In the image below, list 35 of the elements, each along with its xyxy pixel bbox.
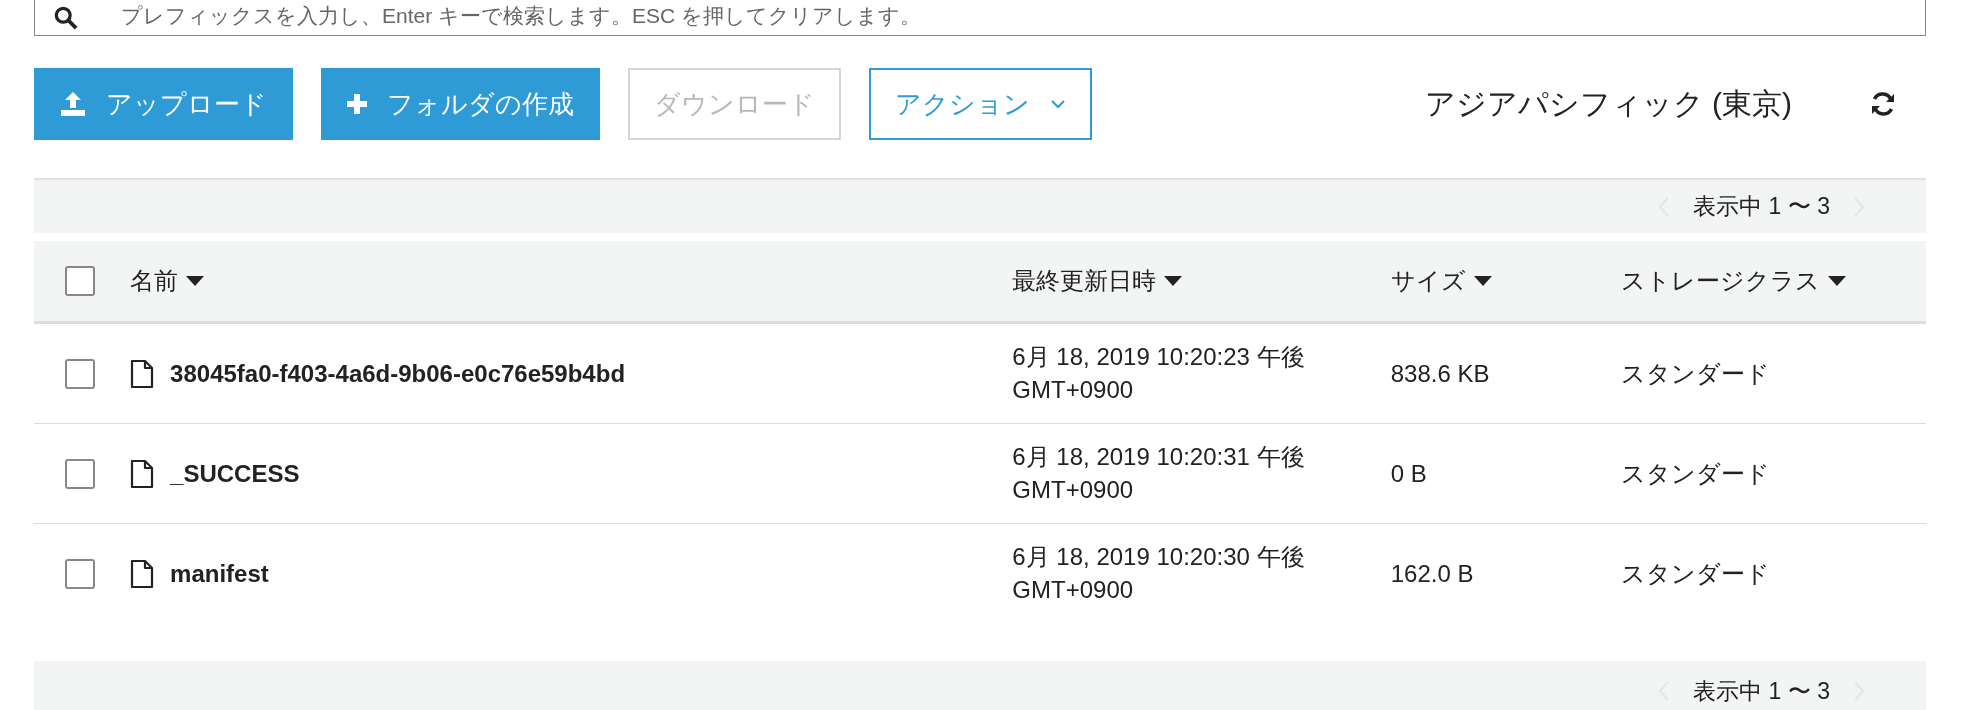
page-range: 表示中 1 〜 3 bbox=[1693, 676, 1830, 706]
modified-date: 6月 18, 2019 10:20:31 午後 GMT+0900 bbox=[1012, 442, 1306, 505]
file-icon bbox=[130, 358, 155, 389]
file-name-link[interactable]: _SUCCESS bbox=[170, 459, 300, 488]
row-checkbox[interactable] bbox=[65, 458, 95, 489]
sort-caret-icon bbox=[1473, 276, 1492, 286]
plus-icon bbox=[347, 94, 367, 114]
select-all-checkbox[interactable] bbox=[65, 266, 95, 296]
storage-class: スタンダード bbox=[1621, 559, 1771, 587]
column-header[interactable]: 最終更新日時 bbox=[1012, 265, 1157, 297]
row-checkbox[interactable] bbox=[65, 558, 95, 589]
chevron-down-icon bbox=[1050, 99, 1066, 109]
modified-date: 6月 18, 2019 10:20:30 午後 GMT+0900 bbox=[1012, 542, 1306, 605]
storage-class: スタンダード bbox=[1621, 359, 1771, 387]
region-label: アジアパシフィック (東京) bbox=[1424, 85, 1792, 122]
search-field[interactable]: プレフィックスを入力し、Enter キーで検索します。ESC を押してクリアします。 bbox=[34, 0, 1926, 36]
file-name-link[interactable]: manifest bbox=[170, 559, 269, 588]
sort-caret-icon bbox=[186, 276, 205, 286]
file-size: 838.6 KB bbox=[1390, 359, 1490, 387]
sort-caret-icon bbox=[1164, 276, 1183, 286]
file-icon bbox=[130, 558, 155, 589]
file-name-link[interactable]: 38045fa0-f403-4a6d-9b06-e0c76e59b4bd bbox=[170, 359, 626, 388]
modified-date: 6月 18, 2019 10:20:23 午後 GMT+0900 bbox=[1012, 342, 1306, 405]
sort-caret-icon bbox=[1828, 276, 1847, 286]
page-range: 表示中 1 〜 3 bbox=[1693, 192, 1830, 221]
file-size: 162.0 B bbox=[1390, 559, 1474, 587]
file-icon bbox=[130, 458, 155, 489]
column-header[interactable]: 名前 bbox=[130, 265, 179, 297]
refresh-icon[interactable] bbox=[1870, 91, 1896, 117]
row-checkbox[interactable] bbox=[65, 358, 95, 389]
file-size: 0 B bbox=[1390, 459, 1427, 487]
column-header[interactable]: サイズ bbox=[1390, 265, 1466, 297]
storage-class: スタンダード bbox=[1621, 459, 1771, 487]
upload-icon bbox=[60, 91, 86, 117]
search-icon bbox=[54, 6, 78, 30]
